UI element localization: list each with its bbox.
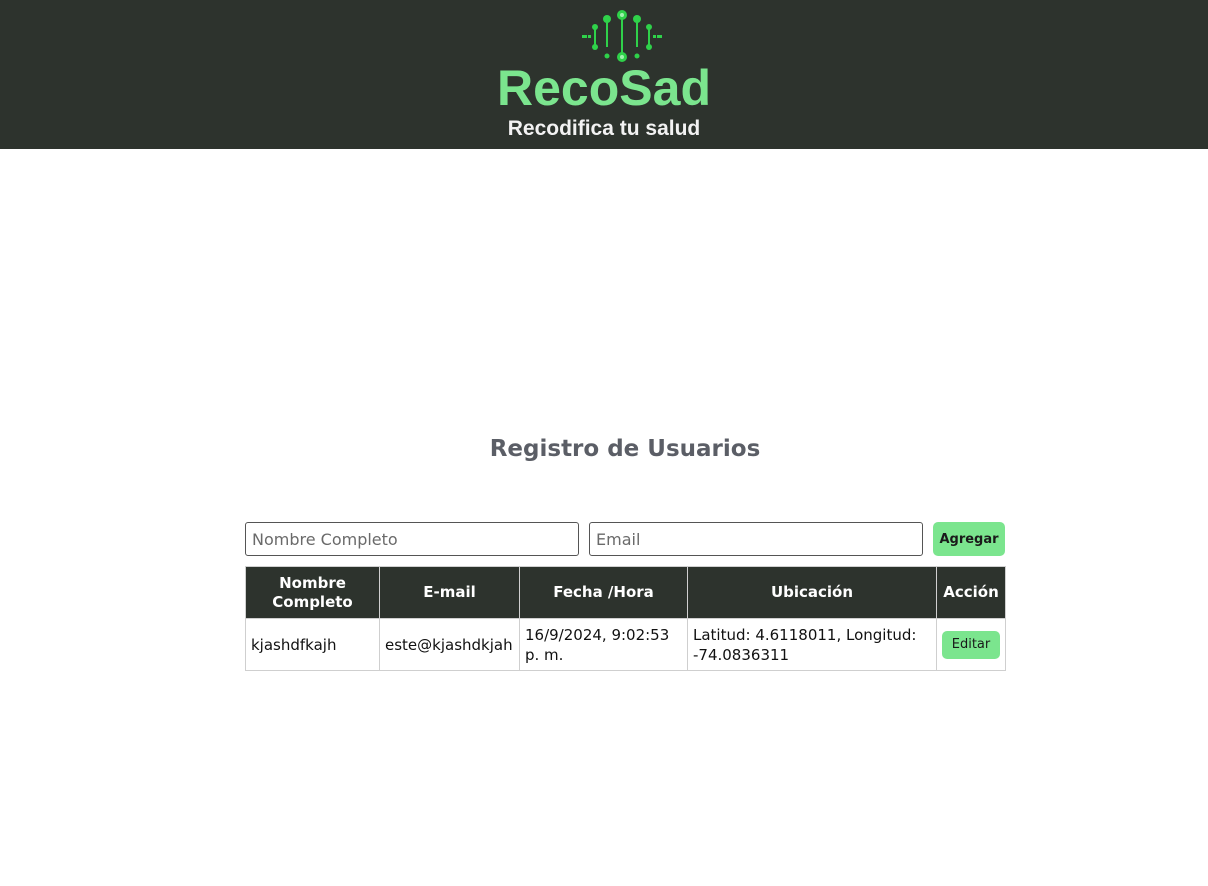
table-header-row: Nombre Completo E-mail Fecha /Hora Ubica… xyxy=(245,566,1006,619)
column-header-name: Nombre Completo xyxy=(245,566,380,619)
column-header-location: Ubicación xyxy=(687,566,937,619)
users-table: Nombre Completo E-mail Fecha /Hora Ubica… xyxy=(245,566,1006,671)
name-input[interactable] xyxy=(245,522,579,556)
brand-name: RecoSad xyxy=(497,60,711,116)
add-user-form: Agregar xyxy=(245,522,1005,556)
brand-tagline: Recodifica tu salud xyxy=(507,117,701,140)
edit-button[interactable]: Editar xyxy=(942,630,1000,659)
cell-action: Editar xyxy=(936,618,1006,671)
app-header: RecoSad Recodifica tu salud xyxy=(0,0,1208,149)
add-button[interactable]: Agregar xyxy=(933,522,1005,556)
circuit-pulse-icon xyxy=(582,10,662,62)
cell-name: kjashdfkajh xyxy=(245,618,380,671)
column-header-action: Acción xyxy=(936,566,1006,619)
page-title: Registro de Usuarios xyxy=(489,436,761,462)
email-input[interactable] xyxy=(589,522,923,556)
column-header-datetime: Fecha /Hora xyxy=(519,566,688,619)
column-header-email: E-mail xyxy=(379,566,520,619)
cell-location: Latitud: 4.6118011, Longitud: -74.083631… xyxy=(687,618,937,671)
cell-email: este@kjashdkjah xyxy=(379,618,520,671)
cell-datetime: 16/9/2024, 9:02:53 p. m. xyxy=(519,618,688,671)
table-row: kjashdfkajh este@kjashdkjah 16/9/2024, 9… xyxy=(245,618,1006,671)
